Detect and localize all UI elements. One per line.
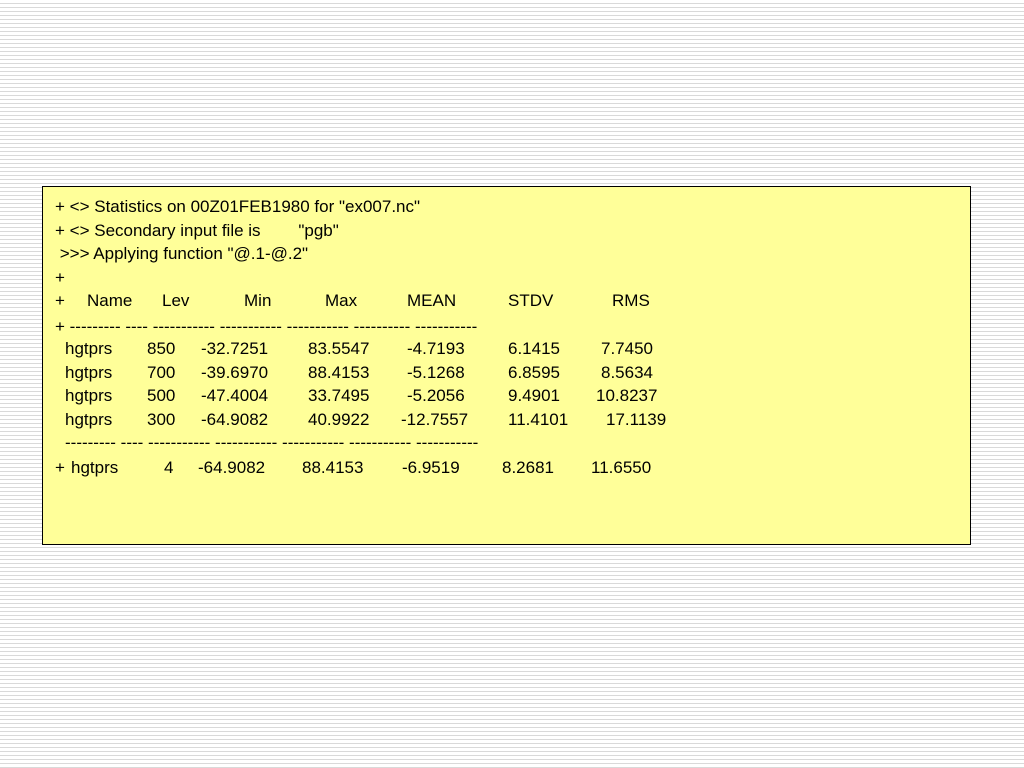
summary-mean: -6.9519 [402, 458, 460, 477]
cell-lev: 300 [147, 410, 176, 429]
cell-min: -64.9082 [201, 410, 269, 429]
cell-name: hgtprs [65, 339, 113, 358]
secondary-input-line: + <> Secondary input file is "pgb" [55, 221, 339, 240]
cell-lev: 700 [147, 363, 176, 382]
cell-rms: 7.7450 [601, 339, 653, 358]
summary-rms: 11.6550 [591, 458, 652, 477]
table-row: hgtprs 300 -64.9082 40.9922 -12.7557 11.… [43, 410, 943, 430]
header-stdv: STDV [508, 291, 554, 310]
stats-title-line: + <> Statistics on 00Z01FEB1980 for "ex0… [55, 197, 421, 216]
separator-line: --------- ---- ----------- ----------- -… [65, 433, 479, 452]
cell-max: 40.9922 [308, 410, 370, 429]
cell-max: 83.5547 [308, 339, 370, 358]
summary-min: -64.9082 [198, 458, 266, 477]
summary-prefix: + [55, 458, 65, 477]
cell-min: -39.6970 [201, 363, 269, 382]
header-min: Min [244, 291, 272, 310]
summary-row: + hgtprs 4 -64.9082 88.4153 -6.9519 8.26… [43, 458, 943, 478]
header-max: Max [325, 291, 358, 310]
cell-min: -47.4004 [201, 386, 269, 405]
cell-mean: -5.2056 [407, 386, 465, 405]
table-row: hgtprs 850 -32.7251 83.5547 -4.7193 6.14… [43, 339, 943, 359]
summary-max: 88.4153 [302, 458, 364, 477]
cell-name: hgtprs [65, 363, 113, 382]
cell-max: 88.4153 [308, 363, 370, 382]
header-mean: MEAN [407, 291, 457, 310]
cell-name: hgtprs [65, 410, 113, 429]
cell-lev: 850 [147, 339, 176, 358]
statistics-output-box: + <> Statistics on 00Z01FEB1980 for "ex0… [42, 186, 971, 545]
cell-mean: -12.7557 [401, 410, 469, 429]
cell-stdv: 6.1415 [508, 339, 560, 358]
table-row: hgtprs 700 -39.6970 88.4153 -5.1268 6.85… [43, 363, 943, 383]
table-row: hgtprs 500 -47.4004 33.7495 -5.2056 9.49… [43, 386, 943, 406]
summary-lev: 4 [164, 458, 174, 477]
cell-rms: 8.5634 [601, 363, 653, 382]
cell-stdv: 6.8595 [508, 363, 560, 382]
cell-stdv: 9.4901 [508, 386, 560, 405]
cell-mean: -4.7193 [407, 339, 465, 358]
header-prefix: + [55, 291, 65, 310]
header-rms: RMS [612, 291, 650, 310]
cell-mean: -5.1268 [407, 363, 465, 382]
cell-name: hgtprs [65, 386, 113, 405]
cell-stdv: 11.4101 [508, 410, 569, 429]
table-header-row: + Name Lev Min Max MEAN STDV RMS [43, 291, 943, 311]
header-lev: Lev [162, 291, 190, 310]
cell-max: 33.7495 [308, 386, 370, 405]
cell-rms: 10.8237 [596, 386, 658, 405]
applying-function-line: >>> Applying function "@.1-@.2" [55, 244, 309, 263]
cell-lev: 500 [147, 386, 176, 405]
cell-rms: 17.1139 [606, 410, 667, 429]
summary-name: hgtprs [71, 458, 119, 477]
header-name: Name [87, 291, 133, 310]
summary-stdv: 8.2681 [502, 458, 554, 477]
blank-plus-line: + [55, 268, 65, 287]
cell-min: -32.7251 [201, 339, 269, 358]
separator-line: + --------- ---- ----------- -----------… [55, 317, 478, 336]
